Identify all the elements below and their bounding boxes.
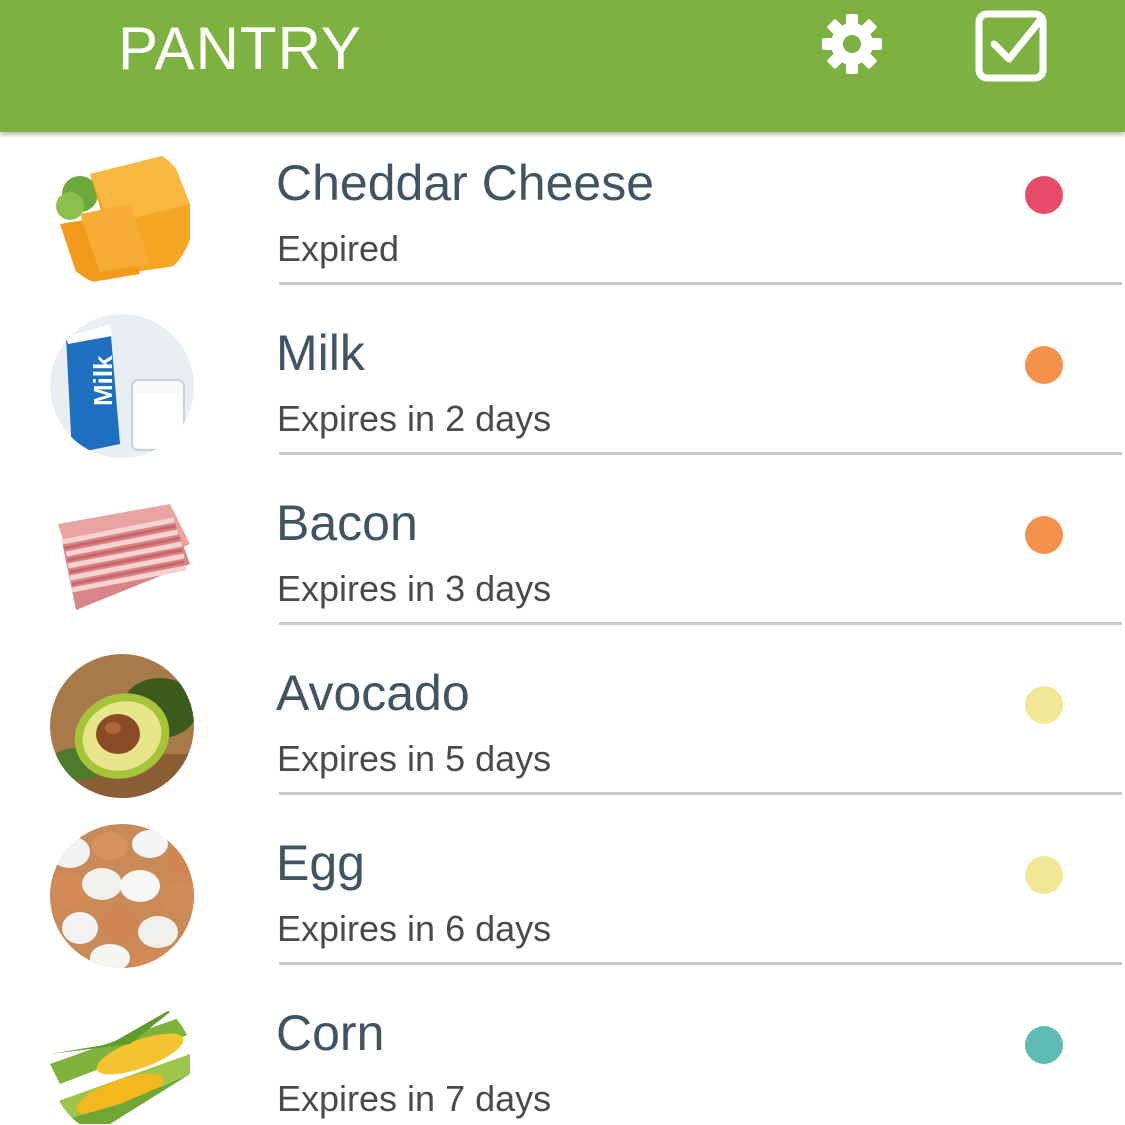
- settings-button[interactable]: [820, 12, 884, 76]
- item-name: Egg: [276, 835, 365, 891]
- pantry-app: PANTRY Cheddar Cheese Expired Milk Milk …: [0, 0, 1125, 1125]
- checkbox-checked-icon: [975, 10, 1047, 82]
- page-title: PANTRY: [118, 15, 362, 82]
- item-name: Avocado: [276, 665, 470, 721]
- bacon-image: [50, 484, 194, 628]
- gear-icon: [822, 14, 882, 74]
- svg-text:Milk: Milk: [88, 355, 118, 406]
- divider: [279, 282, 1122, 285]
- item-status: Expires in 6 days: [277, 908, 552, 949]
- item-name: Bacon: [276, 495, 418, 551]
- item-name: Cheddar Cheese: [276, 155, 655, 211]
- divider: [279, 452, 1122, 455]
- status-indicator: [1025, 686, 1063, 724]
- list-item[interactable]: Egg Expires in 6 days: [0, 812, 1125, 982]
- app-header: PANTRY: [0, 0, 1125, 132]
- divider: [279, 622, 1122, 625]
- list-item[interactable]: Corn Expires in 7 days: [0, 982, 1125, 1125]
- status-indicator: [1025, 856, 1063, 894]
- list-item[interactable]: Avocado Expires in 5 days: [0, 642, 1125, 812]
- status-indicator: [1025, 1026, 1063, 1064]
- list-item[interactable]: Bacon Expires in 3 days: [0, 472, 1125, 642]
- list-item[interactable]: Cheddar Cheese Expired: [0, 132, 1125, 302]
- corn-image: [50, 994, 194, 1125]
- checklist-button[interactable]: [972, 4, 1052, 84]
- item-status: Expires in 7 days: [277, 1078, 552, 1119]
- divider: [279, 792, 1122, 795]
- item-status: Expires in 5 days: [277, 738, 552, 779]
- pantry-list: Cheddar Cheese Expired Milk Milk Expires…: [0, 132, 1125, 1125]
- item-status: Expired: [277, 228, 400, 269]
- item-name: Milk: [276, 325, 365, 381]
- status-indicator: [1025, 516, 1063, 554]
- cheddar-cheese-image: [50, 144, 194, 288]
- status-indicator: [1025, 346, 1063, 384]
- item-status: Expires in 3 days: [277, 568, 552, 609]
- item-name: Corn: [276, 1005, 385, 1061]
- avocado-image: [50, 654, 194, 798]
- divider: [279, 962, 1122, 965]
- status-indicator: [1025, 176, 1063, 214]
- item-status: Expires in 2 days: [277, 398, 552, 439]
- milk-image: Milk: [50, 314, 194, 458]
- eggs-image: [50, 824, 194, 968]
- list-item[interactable]: Milk Milk Expires in 2 days: [0, 302, 1125, 472]
